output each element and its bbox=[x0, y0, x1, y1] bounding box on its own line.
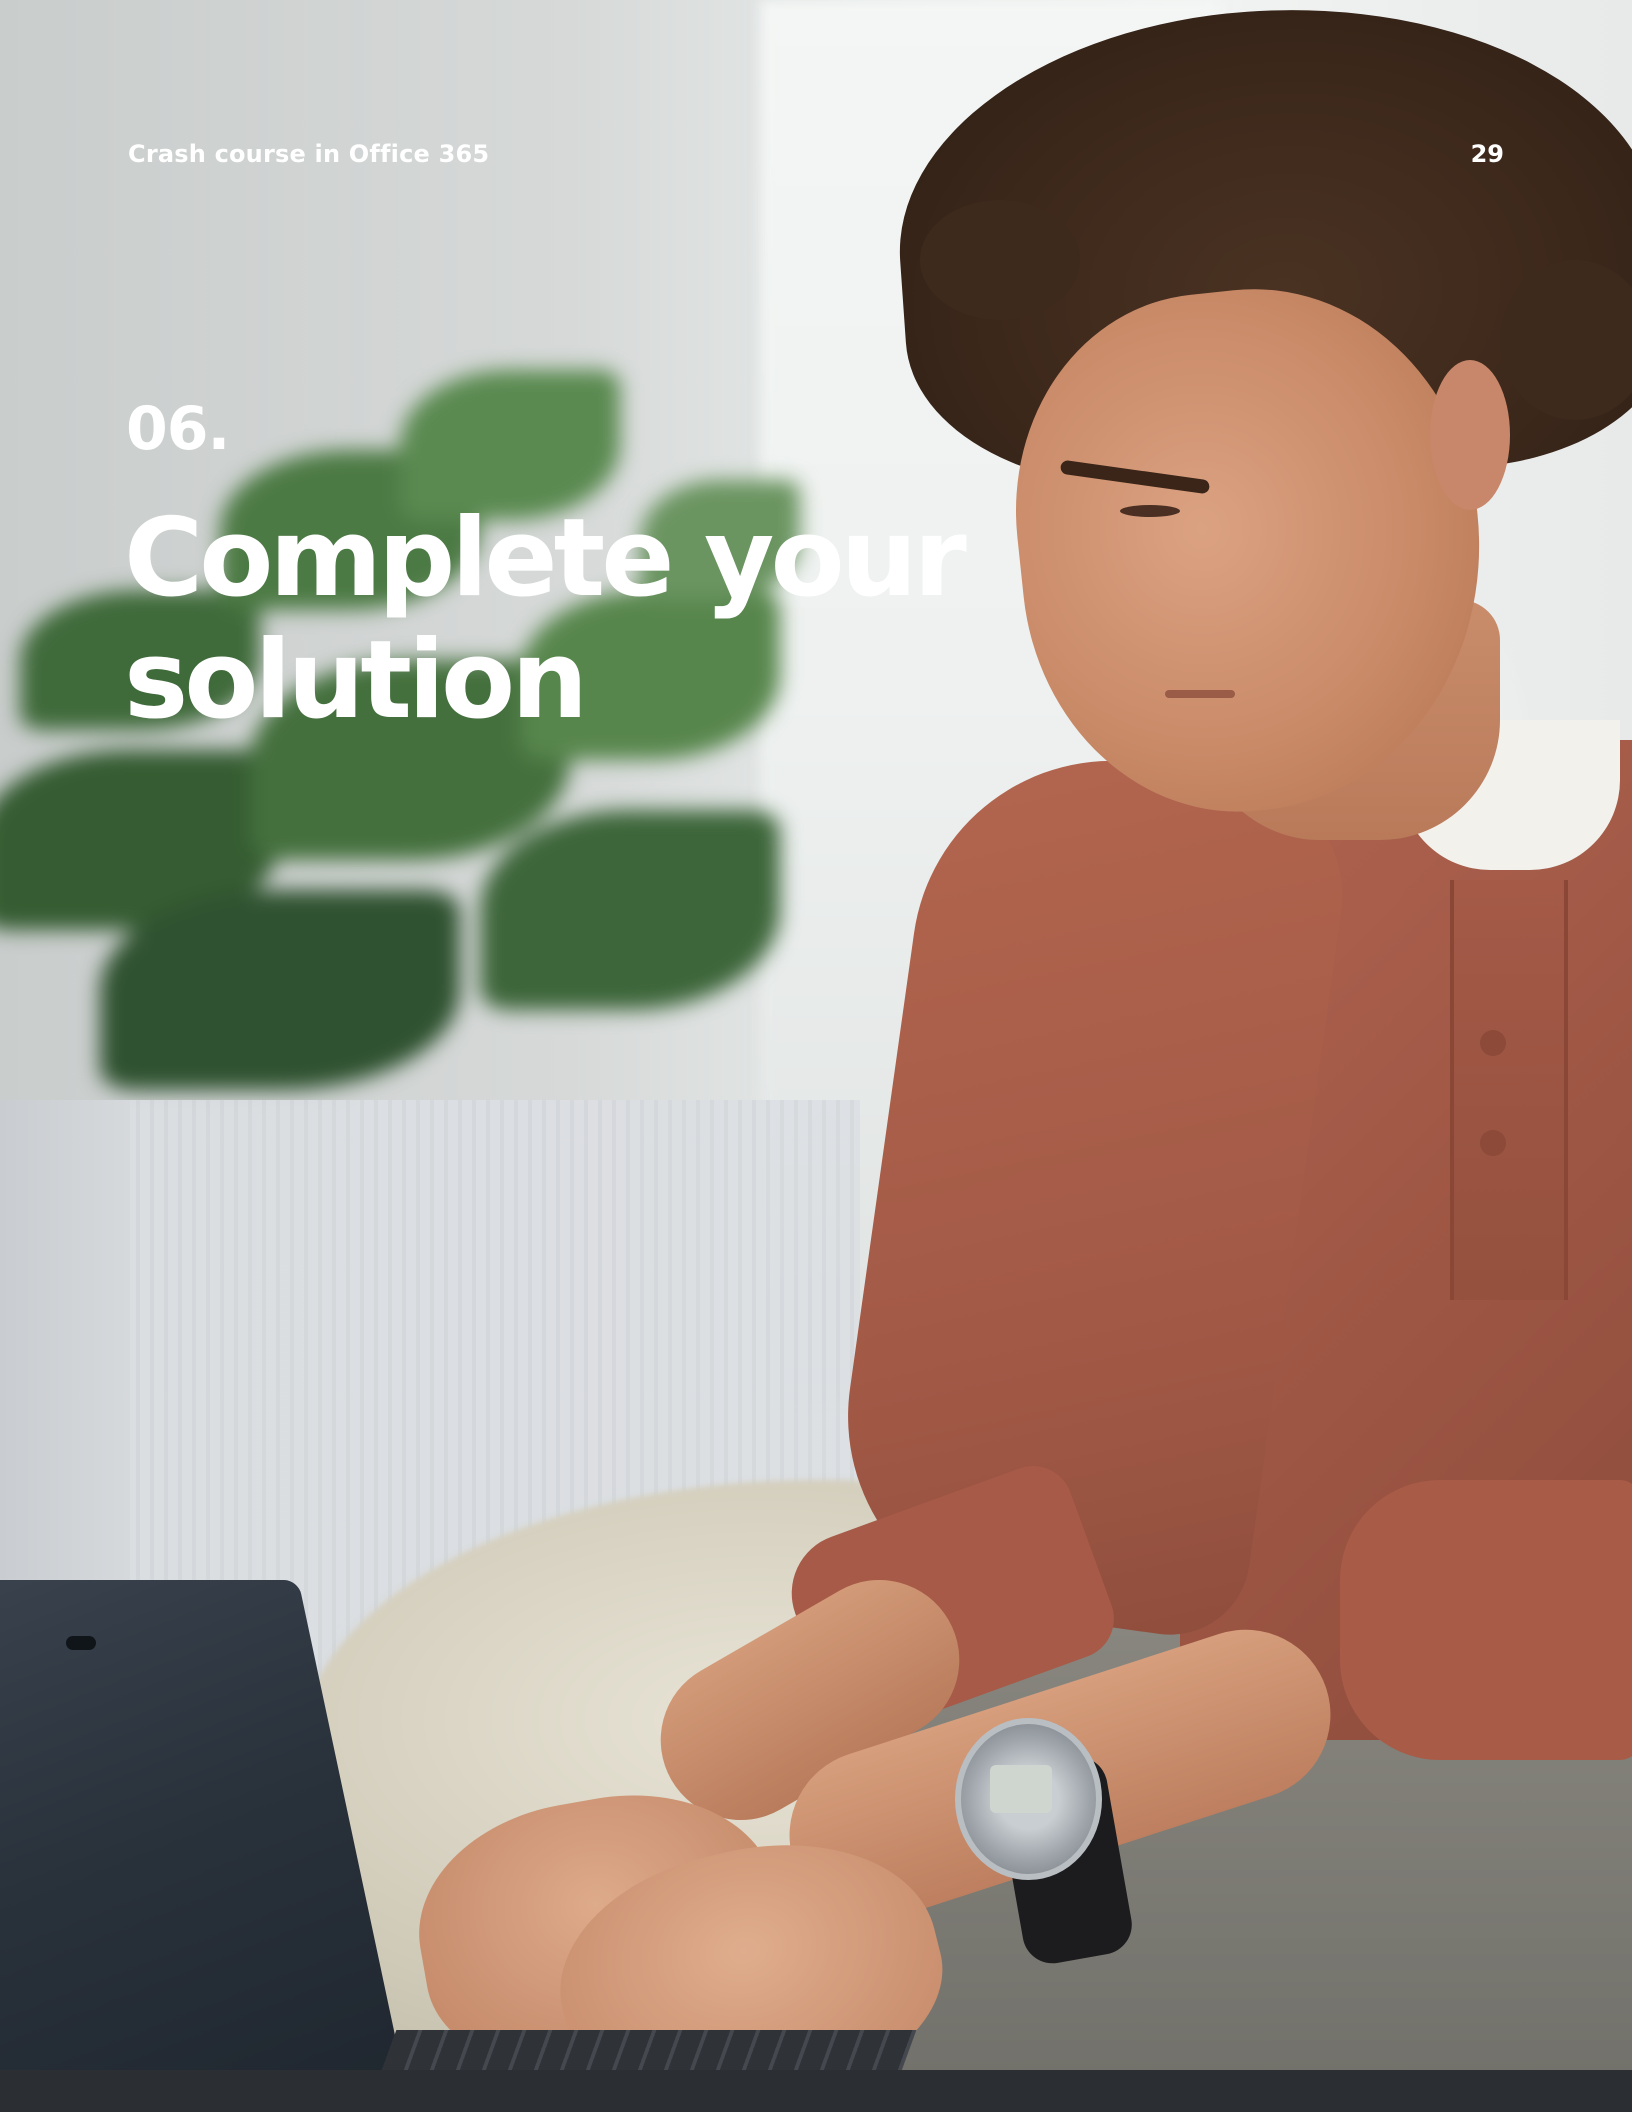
man-right-sleeve bbox=[1340, 1480, 1632, 1760]
shirt-button bbox=[1480, 1130, 1506, 1156]
shirt-placket bbox=[1450, 880, 1568, 1300]
man-ear bbox=[1430, 360, 1510, 510]
table-edge bbox=[0, 2070, 1632, 2112]
page-number: 29 bbox=[1470, 140, 1504, 168]
section-number: 06. bbox=[126, 394, 230, 464]
wristwatch-display bbox=[990, 1765, 1052, 1813]
running-header-title: Crash course in Office 365 bbox=[128, 140, 490, 168]
cover-photo-man-typing-on-laptop bbox=[0, 0, 1632, 2112]
document-page: Crash course in Office 365 29 06. Comple… bbox=[0, 0, 1632, 2112]
shirt-button bbox=[1480, 1030, 1506, 1056]
man-eye bbox=[1120, 505, 1180, 517]
section-title: Complete your solution bbox=[124, 496, 967, 743]
man-mouth bbox=[1165, 690, 1235, 698]
laptop-camera-icon bbox=[66, 1636, 96, 1650]
